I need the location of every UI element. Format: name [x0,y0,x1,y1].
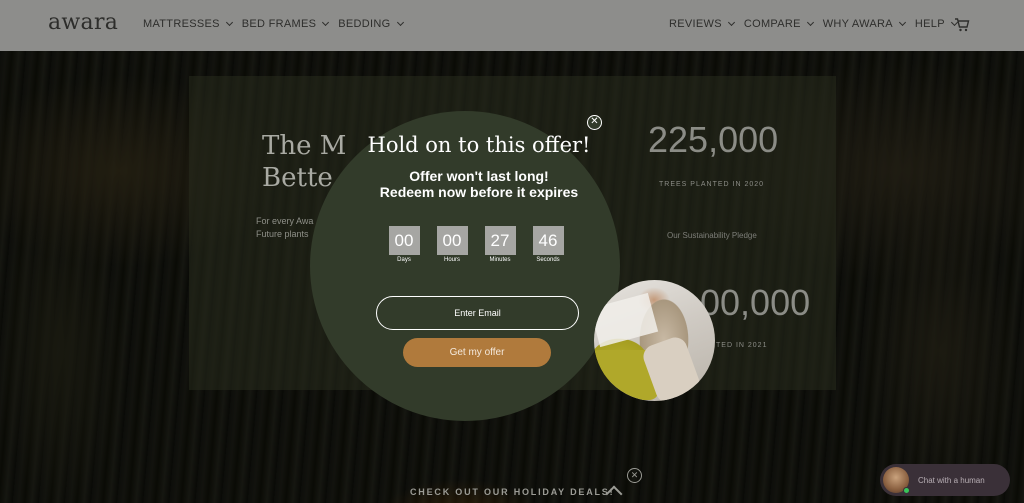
countdown-label: Seconds [536,257,560,263]
online-status-icon [903,487,910,494]
nav-label: BED FRAMES [241,18,317,30]
popup-title: Hold on to this offer! [367,133,591,157]
nav-item-why-awara[interactable]: WHY AWARA [822,18,906,30]
get-offer-button[interactable]: Get my offer [403,338,551,367]
nav-label: REVIEWS [669,18,722,30]
nav-item-reviews[interactable]: REVIEWS [669,18,735,30]
countdown-hours: 00 Hours [436,226,468,263]
chevron-down-icon [898,18,906,27]
awara-logo[interactable]: awara [48,10,118,35]
countdown-days: 00 Days [388,226,420,263]
countdown-value: 00 [388,226,420,255]
countdown-label: Minutes [489,257,511,263]
primary-nav: MATTRESSES BED FRAMES BEDDING [143,18,404,30]
chevron-down-icon [396,18,404,27]
nav-item-bedding[interactable]: BEDDING [338,18,404,30]
nav-item-mattresses[interactable]: MATTRESSES [143,18,233,30]
stat-label-2020: TREES PLANTED IN 2020 [659,181,765,188]
chevron-down-icon [322,18,330,27]
countdown-label: Hours [443,257,460,263]
agent-avatar [883,467,910,494]
chevron-down-icon [806,18,814,27]
countdown-value: 27 [484,226,516,255]
secondary-nav: REVIEWS COMPARE WHY AWARA HELP [669,18,958,30]
chevron-down-icon [727,18,735,27]
stat-label-2021: TED IN 2021 [716,342,768,349]
nav-label: COMPARE [743,18,801,30]
popup-subtitle-line1: Offer won't last long! [409,168,549,184]
lifestyle-photo [594,280,715,401]
chat-label: Chat with a human [918,475,985,485]
nav-item-help[interactable]: HELP [914,18,958,30]
stat-trees-2021: 00,000 [700,282,811,323]
countdown-seconds: 46 Seconds [532,226,564,263]
nav-item-compare[interactable]: COMPARE [743,18,814,30]
holiday-deals-link[interactable]: CHECK OUT OUR HOLIDAY DEALS! [410,487,614,497]
chevron-down-icon [225,18,233,27]
close-popup-button[interactable]: ✕ [587,115,602,130]
popup-subtitle-line2: Redeem now before it expires [379,184,579,200]
site-header: awara MATTRESSES BED FRAMES BEDDING REVI… [0,0,1024,51]
email-input[interactable] [376,296,579,330]
sustainability-pledge-link[interactable]: Our Sustainability Pledge [667,231,757,240]
nav-label: HELP [914,18,945,30]
close-icon: ✕ [590,116,599,127]
countdown-value: 00 [436,226,468,255]
countdown-value: 46 [532,226,564,255]
countdown-label: Days [397,257,411,263]
nav-item-bed-frames[interactable]: BED FRAMES [241,18,330,30]
chat-with-human-button[interactable]: Chat with a human [880,464,1010,496]
cart-icon[interactable] [954,17,970,33]
countdown-minutes: 27 Minutes [484,226,516,263]
close-icon: ✕ [630,470,639,480]
stat-trees-2020: 225,000 [648,119,779,160]
nav-label: WHY AWARA [822,18,893,30]
countdown-timer: 00 Days 00 Hours 27 Minutes 46 Seconds [388,226,564,263]
nav-label: MATTRESSES [143,18,220,30]
nav-label: BEDDING [338,18,391,30]
offer-popup [310,111,620,421]
close-deals-button[interactable]: ✕ [627,468,642,483]
popup-subtitle: Offer won't last long! Redeem now before… [330,168,628,200]
